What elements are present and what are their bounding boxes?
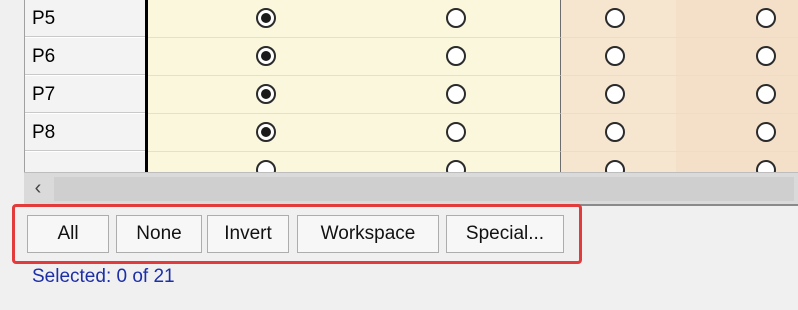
grid-cell [148, 76, 560, 114]
radio-button[interactable] [446, 8, 466, 28]
row-header-p8: P8 [25, 114, 145, 151]
radio-button[interactable] [756, 122, 776, 142]
invert-selection-button[interactable]: Invert [207, 215, 289, 253]
horizontal-scrollbar[interactable]: ‹ [24, 172, 798, 205]
grid-cell [676, 152, 798, 172]
radio-button[interactable] [446, 84, 466, 104]
radio-button[interactable] [605, 8, 625, 28]
radio-button[interactable] [756, 160, 776, 172]
scrollbar-thumb[interactable] [54, 177, 794, 201]
grid-cell [676, 76, 798, 114]
radio-button[interactable] [605, 84, 625, 104]
grid-cell [560, 76, 676, 114]
row-header-partial [25, 152, 145, 172]
radio-button[interactable] [605, 46, 625, 66]
table-row: P7 [24, 76, 798, 114]
selection-grid: P5 P6 P7 P8 [24, 0, 798, 172]
selection-status: Selected: 0 of 21 [32, 266, 175, 287]
radio-button[interactable] [756, 46, 776, 66]
radio-button[interactable] [446, 160, 466, 172]
select-all-button[interactable]: All [27, 215, 109, 253]
radio-button[interactable] [756, 8, 776, 28]
row-header-p7: P7 [25, 76, 145, 113]
table-row: P5 [24, 0, 798, 38]
radio-button[interactable] [256, 8, 276, 28]
row-header-p6: P6 [25, 38, 145, 75]
select-none-button[interactable]: None [116, 215, 202, 253]
radio-button[interactable] [605, 122, 625, 142]
grid-cell [560, 38, 676, 76]
special-button[interactable]: Special... [446, 215, 564, 253]
radio-button[interactable] [446, 46, 466, 66]
grid-cell [560, 114, 676, 152]
frozen-column-divider [145, 0, 148, 172]
grid-cell [676, 114, 798, 152]
table-row: P6 [24, 38, 798, 76]
grid-cell [148, 38, 560, 76]
grid-cell [148, 152, 560, 172]
radio-button[interactable] [756, 84, 776, 104]
grid-cell [676, 0, 798, 38]
grid-cell [148, 114, 560, 152]
workspace-button[interactable]: Workspace [297, 215, 439, 253]
grid-cell [148, 0, 560, 38]
scroll-left-icon[interactable]: ‹ [24, 173, 52, 205]
radio-button[interactable] [256, 122, 276, 142]
row-header-p5: P5 [25, 0, 145, 37]
radio-button[interactable] [256, 46, 276, 66]
radio-button[interactable] [605, 160, 625, 172]
table-row: P8 [24, 114, 798, 152]
radio-button[interactable] [446, 122, 466, 142]
radio-button[interactable] [256, 84, 276, 104]
grid-cell [676, 38, 798, 76]
grid-cell [560, 0, 676, 38]
grid-cell [560, 152, 676, 172]
table-row [24, 152, 798, 172]
radio-button[interactable] [256, 160, 276, 172]
